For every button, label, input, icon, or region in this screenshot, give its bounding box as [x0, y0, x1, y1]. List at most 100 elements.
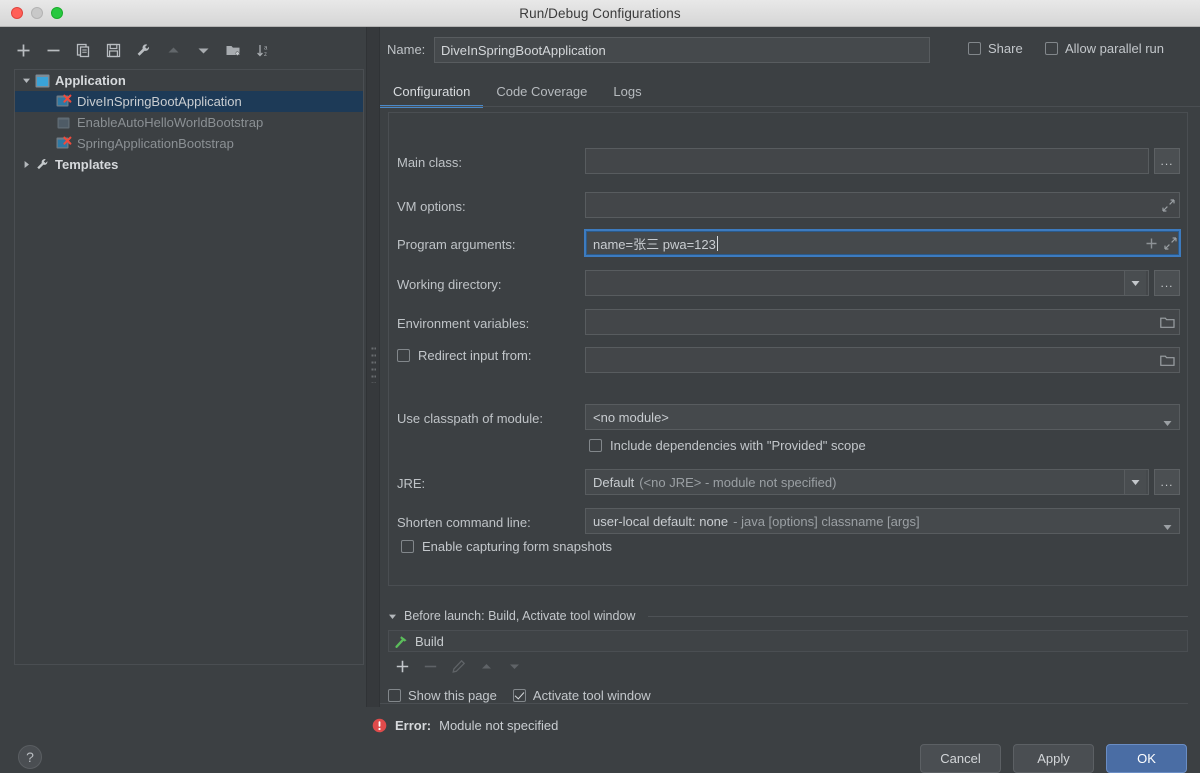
ok-button[interactable]: OK	[1106, 744, 1187, 773]
use-classpath-of-module-combobox[interactable]: <no module>	[585, 404, 1180, 430]
before-launch-toolbar	[388, 654, 1188, 678]
move-before-launch-task-up-button[interactable]	[472, 655, 500, 677]
add-configuration-button[interactable]	[8, 36, 38, 64]
copy-configuration-button[interactable]	[68, 36, 98, 64]
apply-button[interactable]: Apply	[1013, 744, 1094, 773]
use-classpath-of-module-value: <no module>	[593, 410, 669, 425]
vm-options-expand-icon[interactable]	[1159, 196, 1177, 214]
error-message: Module not specified	[439, 718, 558, 733]
splitter-grip-icon[interactable]	[371, 347, 376, 383]
svg-text:z: z	[264, 52, 267, 58]
name-label: Name:	[387, 42, 425, 57]
edit-before-launch-task-button[interactable]	[444, 655, 472, 677]
save-configuration-button[interactable]	[98, 36, 128, 64]
move-up-button[interactable]	[158, 36, 188, 64]
working-directory-browse-button[interactable]: ...	[1154, 270, 1180, 296]
enable-form-snapshots-checkbox[interactable]: Enable capturing form snapshots	[401, 539, 612, 554]
remove-configuration-button[interactable]	[38, 36, 68, 64]
chevron-down-icon[interactable]	[1163, 415, 1172, 430]
triangle-down-icon[interactable]	[19, 70, 33, 91]
shorten-command-line-label: Shorten command line:	[397, 515, 531, 530]
working-directory-dropdown-icon[interactable]	[1124, 271, 1146, 295]
checkbox-box[interactable]	[968, 42, 981, 55]
vm-options-label: VM options:	[397, 199, 466, 214]
edit-templates-button[interactable]	[128, 36, 158, 64]
before-launch-task-row[interactable]: Build	[388, 630, 1188, 652]
run-config-error-icon	[55, 135, 73, 153]
error-prefix: Error:	[395, 718, 431, 733]
checkbox-box[interactable]	[397, 349, 410, 362]
configuration-editor-pane: Name: Share Allow parallel run Configura…	[380, 27, 1200, 707]
cancel-button[interactable]: Cancel	[920, 744, 1001, 773]
tab-logs[interactable]: Logs	[600, 79, 654, 108]
program-arguments-insert-macro-icon[interactable]	[1142, 234, 1160, 252]
show-this-page-checkbox[interactable]: Show this page	[388, 688, 497, 703]
sort-alphabetically-button[interactable]: a z	[248, 36, 278, 64]
environment-variables-folder-icon[interactable]	[1158, 314, 1176, 330]
application-icon	[33, 72, 51, 90]
chevron-down-icon[interactable]	[1163, 519, 1172, 534]
tree-node-templates[interactable]: Templates	[15, 154, 363, 175]
configurations-tree[interactable]: Application DiveInSpringBootApplication	[14, 69, 364, 665]
before-launch-header[interactable]: Before launch: Build, Activate tool wind…	[388, 607, 1188, 625]
run-config-icon	[55, 114, 73, 132]
wrench-icon	[33, 156, 51, 174]
main-class-browse-button[interactable]: ...	[1154, 148, 1180, 174]
new-folder-button[interactable]	[218, 36, 248, 64]
program-arguments-label: Program arguments:	[397, 237, 516, 252]
tab-code-coverage[interactable]: Code Coverage	[483, 79, 600, 108]
include-provided-scope-checkbox[interactable]: Include dependencies with "Provided" sco…	[589, 438, 866, 453]
zoom-window-button[interactable]	[51, 7, 63, 19]
environment-variables-input[interactable]	[585, 309, 1180, 335]
activate-tool-window-checkbox[interactable]: Activate tool window	[513, 688, 651, 703]
jre-combobox[interactable]: Default (<no JRE> - module not specified…	[585, 469, 1149, 495]
close-window-button[interactable]	[11, 7, 23, 19]
tree-node-enableautohelloworldbootstrap[interactable]: EnableAutoHelloWorldBootstrap	[15, 112, 363, 133]
redirect-input-checkbox[interactable]: Redirect input from:	[397, 348, 531, 363]
tab-configuration[interactable]: Configuration	[380, 79, 483, 108]
tree-node-springapplicationbootstrap[interactable]: SpringApplicationBootstrap	[15, 133, 363, 154]
name-input[interactable]	[434, 37, 930, 63]
build-hammer-icon	[394, 634, 409, 649]
shorten-command-line-combobox[interactable]: user-local default: none - java [options…	[585, 508, 1180, 534]
program-arguments-expand-icon[interactable]	[1161, 234, 1179, 252]
move-before-launch-task-down-button[interactable]	[500, 655, 528, 677]
editor-tabs: Configuration Code Coverage Logs	[380, 79, 1200, 109]
before-launch-options: Show this page Activate tool window	[388, 685, 1188, 705]
vm-options-input[interactable]	[585, 192, 1180, 218]
jre-label: JRE:	[397, 476, 425, 491]
pane-splitter[interactable]	[366, 27, 380, 707]
help-button[interactable]: ?	[18, 745, 42, 769]
move-down-button[interactable]	[188, 36, 218, 64]
before-launch-task-label: Build	[415, 634, 444, 649]
checkbox-box[interactable]	[401, 540, 414, 553]
add-before-launch-task-button[interactable]	[388, 655, 416, 677]
jre-browse-button[interactable]: ...	[1154, 469, 1180, 495]
triangle-down-icon[interactable]	[388, 612, 397, 621]
tree-node-label: EnableAutoHelloWorldBootstrap	[77, 112, 263, 133]
tree-node-diveinspringbootapplication[interactable]: DiveInSpringBootApplication	[15, 91, 363, 112]
redirect-input-folder-icon[interactable]	[1158, 352, 1176, 368]
share-checkbox[interactable]: Share	[968, 41, 1023, 56]
tree-spacer	[41, 133, 55, 154]
main-class-input[interactable]	[585, 148, 1149, 174]
allow-parallel-run-label: Allow parallel run	[1065, 41, 1164, 56]
allow-parallel-run-checkbox[interactable]: Allow parallel run	[1045, 41, 1164, 56]
checkbox-box[interactable]	[589, 439, 602, 452]
minimize-window-button[interactable]	[31, 7, 43, 19]
redirect-input-path-field[interactable]	[585, 347, 1180, 373]
window-title: Run/Debug Configurations	[519, 6, 681, 21]
checkbox-box[interactable]	[388, 689, 401, 702]
jre-value-detail: (<no JRE> - module not specified)	[639, 475, 836, 490]
triangle-right-icon[interactable]	[19, 154, 33, 175]
show-this-page-label: Show this page	[408, 688, 497, 703]
environment-variables-label: Environment variables:	[397, 316, 529, 331]
program-arguments-input[interactable]: name=张三 pwa=123	[584, 229, 1181, 257]
checkbox-box[interactable]	[513, 689, 526, 702]
working-directory-input[interactable]	[585, 270, 1149, 296]
activate-tool-window-label: Activate tool window	[533, 688, 651, 703]
remove-before-launch-task-button[interactable]	[416, 655, 444, 677]
jre-dropdown-icon[interactable]	[1124, 470, 1146, 494]
tree-node-application[interactable]: Application	[15, 70, 363, 91]
checkbox-box[interactable]	[1045, 42, 1058, 55]
